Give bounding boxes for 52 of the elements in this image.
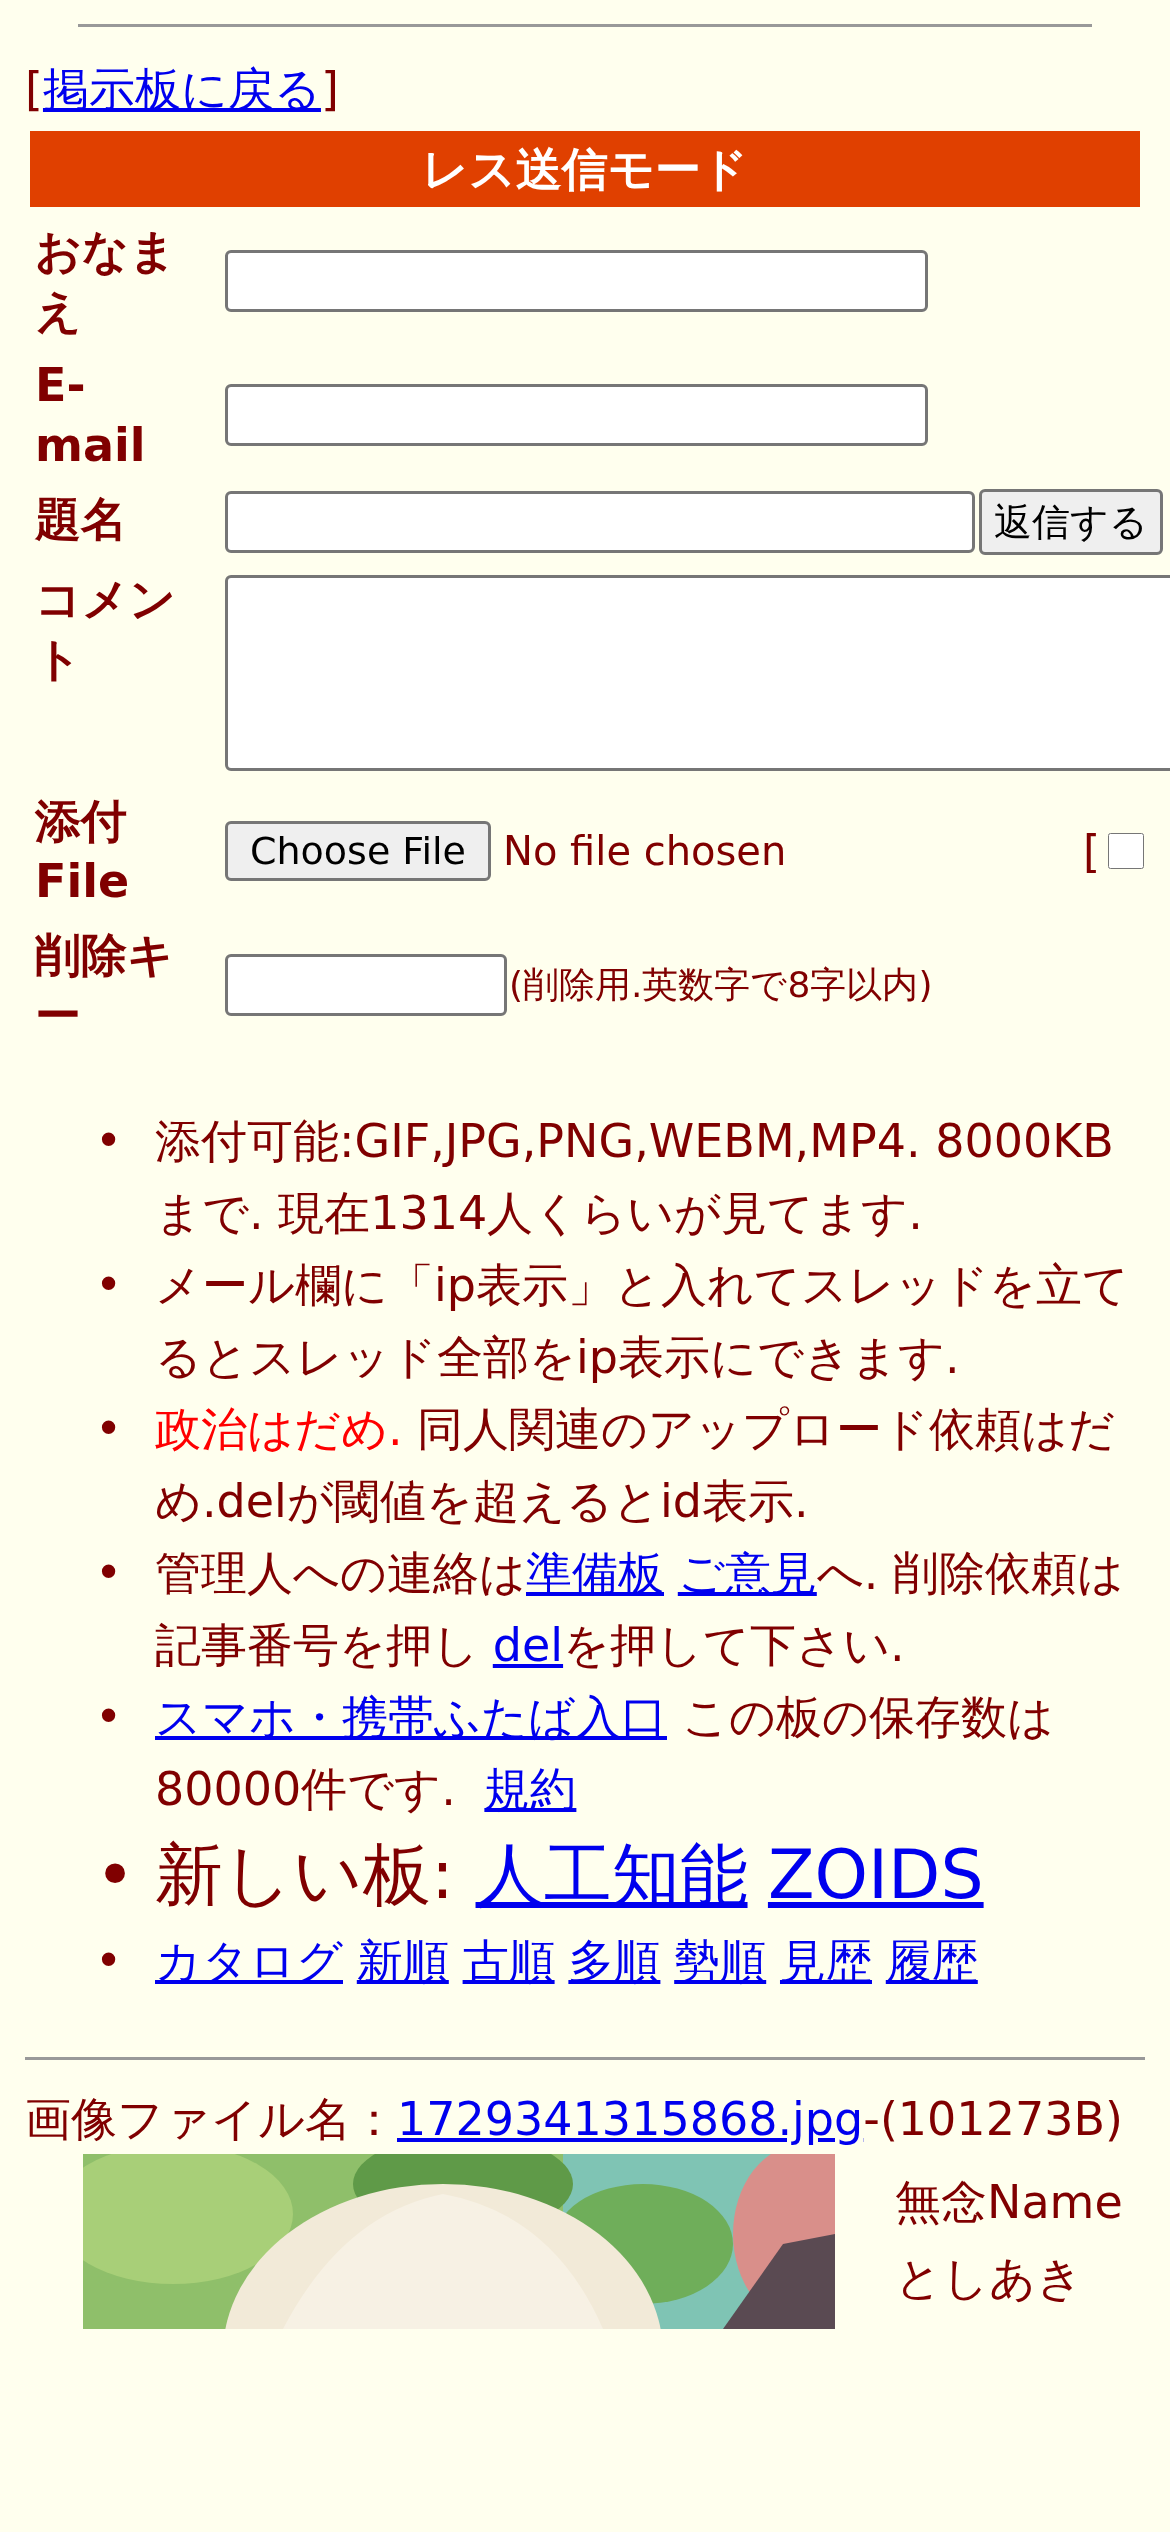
comment-field[interactable] (225, 575, 1170, 771)
bullet: • (95, 1401, 124, 1458)
field-label: E-mail (35, 357, 147, 474)
notice-text: 添付可能:GIF,JPG,PNG,WEBM,MP4. 8000KBまで. 現在1314人くらいが見てます. (155, 1113, 1115, 1242)
bracket: [ (25, 62, 43, 116)
board-link[interactable]: カタログ (155, 1934, 343, 1988)
bullet: • (95, 1545, 124, 1602)
notice-text: メール欄に「ip表示」と入れてスレッドを立てるとスレッド全部をip表示にできます. (155, 1257, 1130, 1386)
board-link[interactable]: 規約 (484, 1762, 577, 1816)
board-link[interactable]: 勢順 (674, 1934, 767, 1988)
back-to-board-link[interactable]: 掲示板に戻る (42, 62, 321, 116)
field-label: コメント (35, 571, 177, 688)
notice-text: 管理人への連絡は準備板 ご意見へ. 削除依頼は記事番号を押し delを押して下さい. (155, 1545, 1126, 1674)
input-field[interactable] (225, 250, 928, 312)
bullet: • (95, 1689, 124, 1746)
board-link[interactable]: ご意見 (677, 1546, 817, 1600)
notice-text: スマホ・携帯ふたば入口 この板の保存数は80000件です. 規約 (155, 1689, 1055, 1818)
field-label: 削除キー (35, 927, 175, 1044)
subject-field[interactable] (225, 491, 975, 553)
delete-key-hint: (削除用.英数字で8字以内) (509, 962, 933, 1007)
file-info: 画像ファイル名：1729341315868.jpg-(101273B) (25, 2091, 1124, 2148)
board-link[interactable]: del (492, 1618, 564, 1672)
delete-key-field[interactable] (225, 954, 507, 1016)
input-field[interactable] (225, 384, 928, 446)
board-link[interactable]: 履歴 (885, 1934, 978, 1988)
choose-file-button[interactable]: Choose File (225, 821, 491, 881)
bullet: • (95, 1933, 124, 1990)
board-link[interactable]: 多順 (568, 1934, 661, 1988)
form-title: レス送信モード (30, 131, 1140, 207)
bracket: ] (320, 62, 339, 116)
board-link[interactable]: スマホ・携帯ふたば入口 (155, 1690, 667, 1744)
image-file-link[interactable]: 1729341315868.jpg (397, 2092, 864, 2146)
field-label: 題名 (35, 491, 128, 548)
bullet: • (95, 1257, 124, 1314)
notice-text: 新しい板: 人工知能 ZOIDS (155, 1834, 984, 1916)
post-name: 無念Name (895, 2174, 1123, 2231)
board-link[interactable]: 見歴 (780, 1934, 872, 1988)
bullet: • (95, 1834, 137, 1916)
bullet: • (95, 1113, 124, 1170)
field-label: おなまえ (35, 223, 177, 340)
file-status: No file chosen (502, 828, 788, 874)
board-link[interactable]: 新順 (356, 1934, 449, 1988)
reply-button[interactable]: 返信する (979, 489, 1163, 555)
post-author: としあき (895, 2250, 1084, 2307)
board-link[interactable]: 人工知能 (475, 1835, 748, 1914)
board-link[interactable]: 古順 (462, 1934, 555, 1988)
board-link[interactable]: 準備板 (526, 1546, 664, 1600)
bracket: [ (1082, 825, 1101, 877)
checkbox[interactable] (1108, 833, 1145, 869)
field-label: 添付File (35, 793, 131, 910)
notice-text: 政治はだめ. 同人関連のアップロード依頼はだめ.delが閾値を超えるとid表示. (155, 1401, 1117, 1530)
board-link[interactable]: ZOIDS (767, 1835, 984, 1914)
